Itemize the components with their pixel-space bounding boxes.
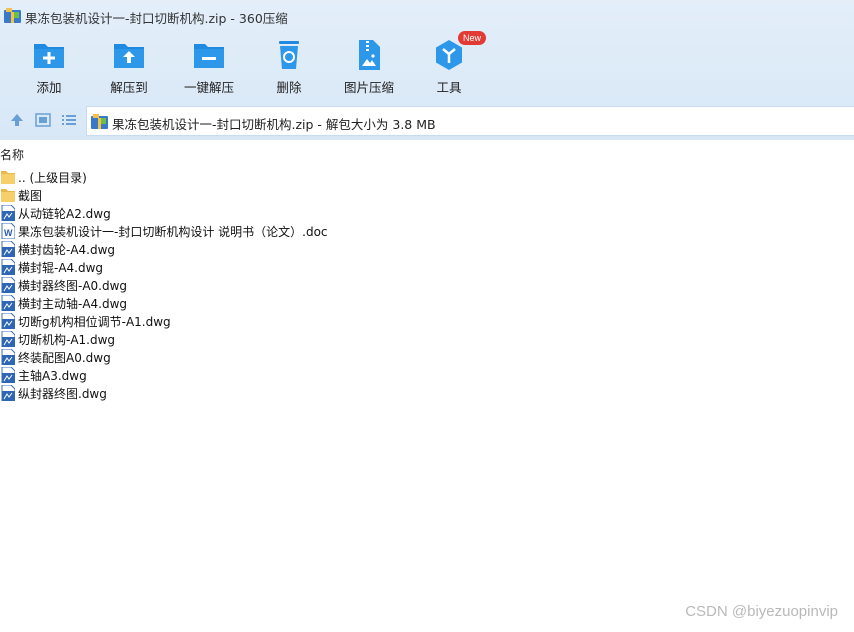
dwg-file-icon xyxy=(1,241,15,257)
view-thumbnail-icon[interactable] xyxy=(34,111,52,129)
list-item[interactable]: 纵封器终图.dwg xyxy=(0,384,854,402)
word-doc-icon: W xyxy=(1,223,15,239)
add-button[interactable]: 添加 xyxy=(9,34,89,98)
image-compress-icon xyxy=(359,40,380,70)
list-item[interactable]: .. (上级目录) xyxy=(0,168,854,186)
dwg-file-icon xyxy=(1,313,15,329)
delete-button[interactable]: 删除 xyxy=(249,34,329,98)
list-item[interactable]: W 果冻包装机设计一-封口切断机构设计 说明书（论文）.doc xyxy=(0,222,854,240)
list-item[interactable]: 切断g机构相位调节-A1.dwg xyxy=(0,312,854,330)
file-list: .. (上级目录) 截图从动链轮A2.dwg W 果冻包装机设计一-封口切断机构设计 … xyxy=(0,168,854,402)
file-name: 横封主动轴-A4.dwg xyxy=(18,297,128,311)
dwg-file-icon xyxy=(1,367,15,383)
file-name: 切断g机构相位调节-A1.dwg xyxy=(18,315,171,329)
list-item[interactable]: 主轴A3.dwg xyxy=(0,366,854,384)
list-item[interactable]: 终装配图A0.dwg xyxy=(0,348,854,366)
list-item[interactable]: 横封主动轴-A4.dwg xyxy=(0,294,854,312)
one-click-extract-label: 一键解压 xyxy=(183,80,234,95)
image-compress-label: 图片压缩 xyxy=(343,80,394,95)
add-label: 添加 xyxy=(36,80,62,95)
tools-button[interactable]: New 工具 xyxy=(409,31,489,98)
file-name: 从动链轮A2.dwg xyxy=(18,207,111,221)
name-column-header[interactable]: 名称 xyxy=(0,146,24,162)
watermark: CSDN @biyezuopinvip xyxy=(685,603,838,620)
view-list-icon[interactable] xyxy=(60,111,78,129)
path-bar[interactable]: 果冻包装机设计一-封口切断机构.zip - 解包大小为 3.8 MB xyxy=(86,106,854,136)
new-badge: New xyxy=(458,31,487,45)
file-name: 截图 xyxy=(18,189,43,203)
archive-app-icon xyxy=(4,8,21,23)
tools-label: 工具 xyxy=(436,80,462,95)
list-item[interactable]: 横封齿轮-A4.dwg xyxy=(0,240,854,258)
archive-path-icon xyxy=(91,114,108,129)
file-name: 横封器终图-A0.dwg xyxy=(18,279,128,293)
file-name: 终装配图A0.dwg xyxy=(18,351,111,365)
dwg-file-icon xyxy=(1,331,15,347)
title-bar: 果冻包装机设计一-封口切断机构.zip - 360压缩 xyxy=(0,0,854,32)
file-name: .. (上级目录) xyxy=(18,171,87,185)
file-name: 切断机构-A1.dwg xyxy=(18,333,116,347)
folder-icon xyxy=(1,189,15,202)
toolbar: 添加 解压到 一键解压 删除 图片压缩 New 工具 xyxy=(0,31,854,98)
dwg-file-icon xyxy=(1,277,15,293)
dwg-file-icon xyxy=(1,205,15,221)
file-name: 纵封器终图.dwg xyxy=(18,387,107,401)
recycle-delete-icon xyxy=(279,41,299,69)
file-name: 主轴A3.dwg xyxy=(18,369,87,383)
add-icon xyxy=(34,44,64,68)
one-click-extract-icon xyxy=(194,44,224,68)
file-name: 横封齿轮-A4.dwg xyxy=(18,243,116,257)
dwg-file-icon xyxy=(1,385,15,401)
top-panel: 果冻包装机设计一-封口切断机构.zip - 360压缩 添加 解压到 一键解压 … xyxy=(0,0,854,140)
file-name: 横封辊-A4.dwg xyxy=(18,261,104,275)
extract-to-button[interactable]: 解压到 xyxy=(89,34,169,98)
list-item[interactable]: 横封器终图-A0.dwg xyxy=(0,276,854,294)
list-item[interactable]: 从动链轮A2.dwg xyxy=(0,204,854,222)
list-item[interactable]: 截图 xyxy=(0,186,854,204)
svg-text:W: W xyxy=(4,228,13,238)
file-name: 果冻包装机设计一-封口切断机构设计 说明书（论文）.doc xyxy=(18,225,328,239)
up-arrow-icon[interactable] xyxy=(8,111,26,129)
dwg-file-icon xyxy=(1,295,15,311)
dwg-file-icon xyxy=(1,259,15,275)
path-text: 果冻包装机设计一-封口切断机构.zip - 解包大小为 3.8 MB xyxy=(112,117,436,132)
one-click-extract-button[interactable]: 一键解压 xyxy=(169,34,249,98)
extract-to-icon xyxy=(114,44,144,68)
folder-icon xyxy=(1,171,15,184)
window-title: 果冻包装机设计一-封口切断机构.zip - 360压缩 xyxy=(25,11,288,26)
list-item[interactable]: 切断机构-A1.dwg xyxy=(0,330,854,348)
image-compress-button[interactable]: 图片压缩 xyxy=(329,34,409,98)
dwg-file-icon xyxy=(1,349,15,365)
list-item[interactable]: 横封辊-A4.dwg xyxy=(0,258,854,276)
delete-label: 删除 xyxy=(276,80,302,95)
navigation-row: 果冻包装机设计一-封口切断机构.zip - 解包大小为 3.8 MB xyxy=(0,103,854,137)
extract-to-label: 解压到 xyxy=(110,80,148,95)
